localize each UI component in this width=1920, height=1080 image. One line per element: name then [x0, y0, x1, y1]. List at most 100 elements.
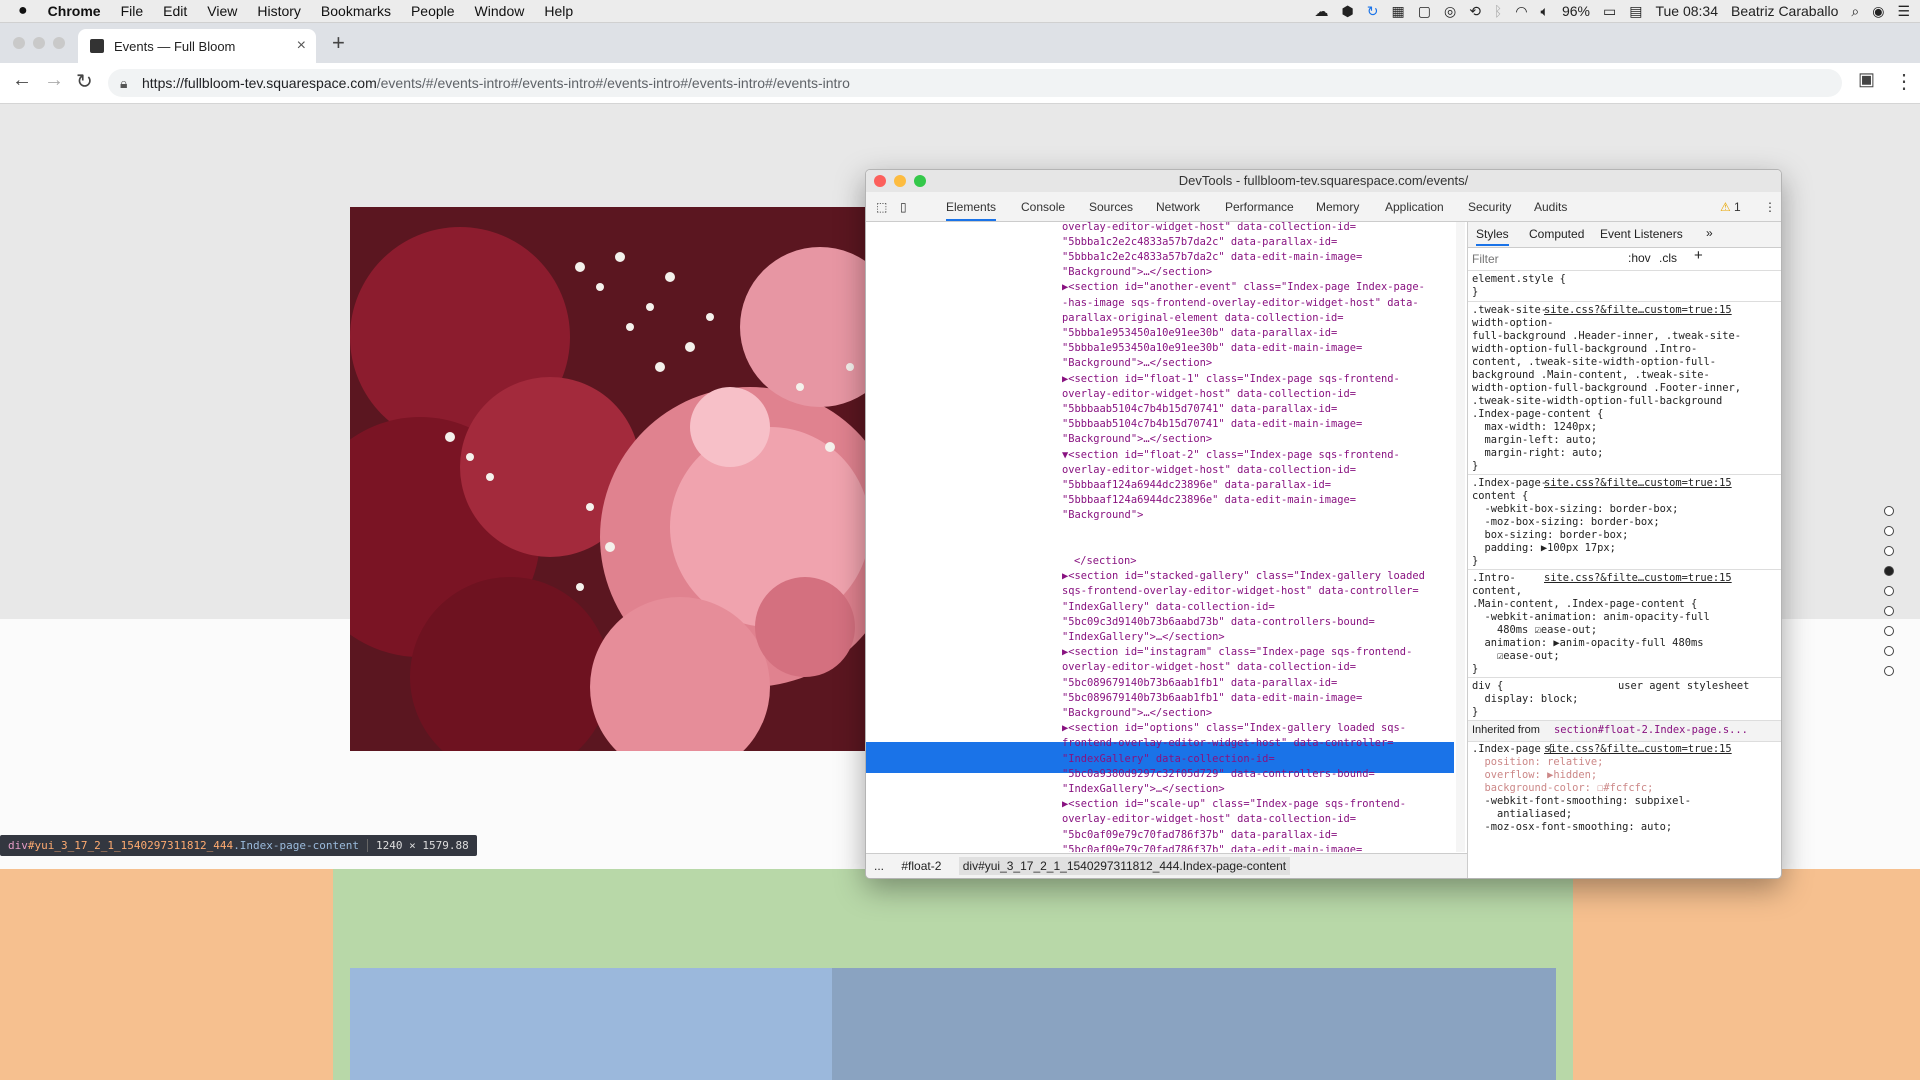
dom-line[interactable]: "5bbba1e953450a10e91ee30b" data-edit-mai… [1062, 341, 1362, 356]
dom-line[interactable]: overlay-editor-widget-host" data-collect… [1062, 222, 1356, 235]
style-rule-line[interactable]: content, [1472, 585, 1522, 598]
dom-line[interactable]: "Background">…</section> [1062, 432, 1212, 447]
crumb-selected-div[interactable]: div#yui_3_17_2_1_1540297311812_444.Index… [958, 857, 1291, 875]
dom-line[interactable]: "Background">…</section> [1062, 706, 1212, 721]
inherited-selector[interactable]: section#float-2.Index-page.s... [1554, 724, 1748, 737]
volume-icon[interactable]: 🔈︎ [1541, 3, 1549, 20]
tab-audits[interactable]: Audits [1534, 200, 1567, 214]
dom-line[interactable]: ▶<section id="float-1" class="Index-page… [1062, 372, 1400, 387]
style-property[interactable]: margin-left: auto; [1472, 434, 1598, 447]
browser-tab[interactable]: Events — Full Bloom × [78, 29, 316, 63]
devtools-zoom-button[interactable] [914, 175, 926, 187]
style-property-inherited[interactable]: position: relative; [1472, 756, 1604, 769]
bluetooth-icon[interactable]: ᛒ [1494, 3, 1502, 19]
style-rule-line[interactable]: .tweak-site- [1472, 304, 1547, 317]
dom-line[interactable]: "IndexGallery">…</section> [1062, 630, 1225, 645]
section-nav-dot-1[interactable] [1884, 506, 1894, 516]
tab-sources[interactable]: Sources [1089, 200, 1133, 214]
style-rule-line[interactable]: content, .tweak-site-width-option-full- [1472, 356, 1716, 369]
style-rule-line[interactable]: .Index-page-content { [1472, 408, 1603, 421]
dom-line[interactable]: "Background"> [1062, 508, 1143, 523]
new-rule-icon[interactable]: + [1694, 248, 1703, 263]
style-rule-line[interactable]: .Index-page { [1472, 743, 1553, 756]
hover-state-toggle[interactable]: :hov [1628, 251, 1651, 265]
style-rule-line[interactable]: full-background .Header-inner, .tweak-si… [1472, 330, 1741, 343]
dom-line[interactable]: "5bc0a9380d9297c32f05d729" data-controll… [1062, 767, 1375, 782]
section-nav-dot-3[interactable] [1884, 546, 1894, 556]
style-property-overridden[interactable]: 480ms ☑ease-out; [1472, 624, 1597, 637]
dom-line[interactable]: overlay-editor-widget-host" data-collect… [1062, 387, 1356, 402]
dom-line[interactable]: overlay-editor-widget-host" data-collect… [1062, 463, 1356, 478]
style-rule-line[interactable]: element.style { [1472, 273, 1566, 286]
dom-tree[interactable]: overlay-editor-widget-host" data-collect… [866, 222, 1467, 852]
dom-line[interactable]: ▶<section id="instagram" class="Index-pa… [1062, 645, 1412, 660]
menu-app-name[interactable]: Chrome [48, 3, 101, 19]
tab-security[interactable]: Security [1468, 200, 1511, 214]
section-nav-dot-6[interactable] [1884, 606, 1894, 616]
style-property[interactable]: animation: ▶anim-opacity-full 480ms [1472, 637, 1704, 650]
menu-people[interactable]: People [411, 3, 455, 19]
style-property[interactable]: margin-right: auto; [1472, 447, 1604, 460]
tab-elements[interactable]: Elements [946, 200, 997, 221]
menu-edit[interactable]: Edit [163, 3, 187, 19]
dom-line[interactable]: "5bc089679140b73b6aab1fb1" data-edit-mai… [1062, 691, 1362, 706]
style-link[interactable]: site.css?&filte…custom=true:15 [1544, 743, 1732, 756]
style-rule-line[interactable]: } [1472, 555, 1478, 568]
warning-icon[interactable]: ⚠ [1720, 200, 1731, 214]
menu-kebab-icon[interactable]: ⋮ [1894, 69, 1914, 94]
notification-center-icon[interactable]: ☰ [1897, 3, 1910, 20]
dom-line[interactable]: </section> [1074, 554, 1137, 569]
style-property[interactable]: ☑ease-out; [1472, 650, 1560, 663]
address-bar[interactable]: 🔒︎ https://fullbloom-tev.squarespace.com… [108, 69, 1842, 97]
style-rule-line[interactable]: width-option-full-background .Intro- [1472, 343, 1697, 356]
wifi-icon[interactable]: ◠ [1515, 3, 1527, 20]
warning-count[interactable]: 1 [1734, 200, 1741, 214]
style-property[interactable]: display: block; [1472, 693, 1579, 706]
battery-percent[interactable]: 96% [1562, 3, 1590, 19]
circle-icon[interactable]: ◎ [1444, 3, 1456, 20]
dom-line[interactable]: ▶<section id="another-event" class="Inde… [1062, 280, 1425, 295]
app-status-icon[interactable]: ⬢ [1342, 3, 1354, 20]
siri-icon[interactable]: ◉ [1872, 3, 1884, 20]
class-toggle[interactable]: .cls [1659, 251, 1677, 265]
inspect-element-icon[interactable]: ⬚ [876, 200, 887, 214]
section-nav-dot-7[interactable] [1884, 626, 1894, 636]
tab-close-icon[interactable]: × [297, 37, 306, 55]
dom-line[interactable]: "5bc0af09e79c70fad786f37b" data-parallax… [1062, 828, 1337, 843]
styles-filter-input[interactable] [1470, 250, 1624, 268]
style-rule-line[interactable]: .Intro- [1472, 572, 1516, 585]
crumb-float-2[interactable]: #float-2 [901, 859, 941, 873]
more-tabs-icon[interactable]: » [1706, 226, 1713, 240]
style-rule-line[interactable]: width-option- [1472, 317, 1553, 330]
tab-console[interactable]: Console [1021, 200, 1065, 214]
url-text[interactable]: https://fullbloom-tev.squarespace.com/ev… [142, 69, 850, 97]
style-property[interactable]: max-width: 1240px; [1472, 421, 1598, 434]
dom-line[interactable]: "5bbbaaf124a6944dc23896e" data-edit-main… [1062, 493, 1356, 508]
style-property[interactable]: antialiased; [1472, 808, 1572, 821]
dom-line[interactable]: "5bbba1c2e2c4833a57b7da2c" data-parallax… [1062, 235, 1337, 250]
dom-line[interactable]: "Background">…</section> [1062, 356, 1212, 371]
style-rule-line[interactable]: width-option-full-background .Footer-inn… [1472, 382, 1741, 395]
section-nav-dot-8[interactable] [1884, 646, 1894, 656]
style-property[interactable]: box-sizing: border-box; [1472, 529, 1629, 542]
tab-computed[interactable]: Computed [1529, 227, 1584, 241]
section-nav-dot-2[interactable] [1884, 526, 1894, 536]
style-rule-line[interactable]: div { [1472, 680, 1503, 693]
dom-line[interactable]: "IndexGallery" data-collection-id= [1062, 600, 1275, 615]
dom-line[interactable]: "5bc09c3d9140b73b6aabd73b" data-controll… [1062, 615, 1375, 630]
dom-line-selected[interactable]: ▶<div class="Index-page-content " id= [1074, 524, 1305, 539]
dom-line[interactable]: -has-image sqs-frontend-overlay-editor-w… [1062, 296, 1419, 311]
menu-help[interactable]: Help [544, 3, 573, 19]
dom-line[interactable]: "5bc089679140b73b6aab1fb1" data-parallax… [1062, 676, 1337, 691]
style-link[interactable]: site.css?&filte…custom=true:15 [1544, 572, 1732, 585]
calendar-icon[interactable]: ▤ [1629, 3, 1642, 20]
dom-line[interactable]: "5bbba1e953450a10e91ee30b" data-parallax… [1062, 326, 1337, 341]
user-name[interactable]: Beatriz Caraballo [1731, 3, 1838, 19]
device-toolbar-icon[interactable]: ▯ [900, 200, 907, 214]
style-rule-line[interactable]: .Main-content, .Index-page-content { [1472, 598, 1697, 611]
grid-icon[interactable]: ▦ [1392, 3, 1405, 20]
lock-icon[interactable]: 🔒︎ [120, 69, 127, 97]
devtools-menu-icon[interactable]: ⋮ [1764, 200, 1776, 214]
back-arrow-icon[interactable]: ← [12, 69, 32, 92]
style-rule-line[interactable]: } [1472, 460, 1478, 473]
